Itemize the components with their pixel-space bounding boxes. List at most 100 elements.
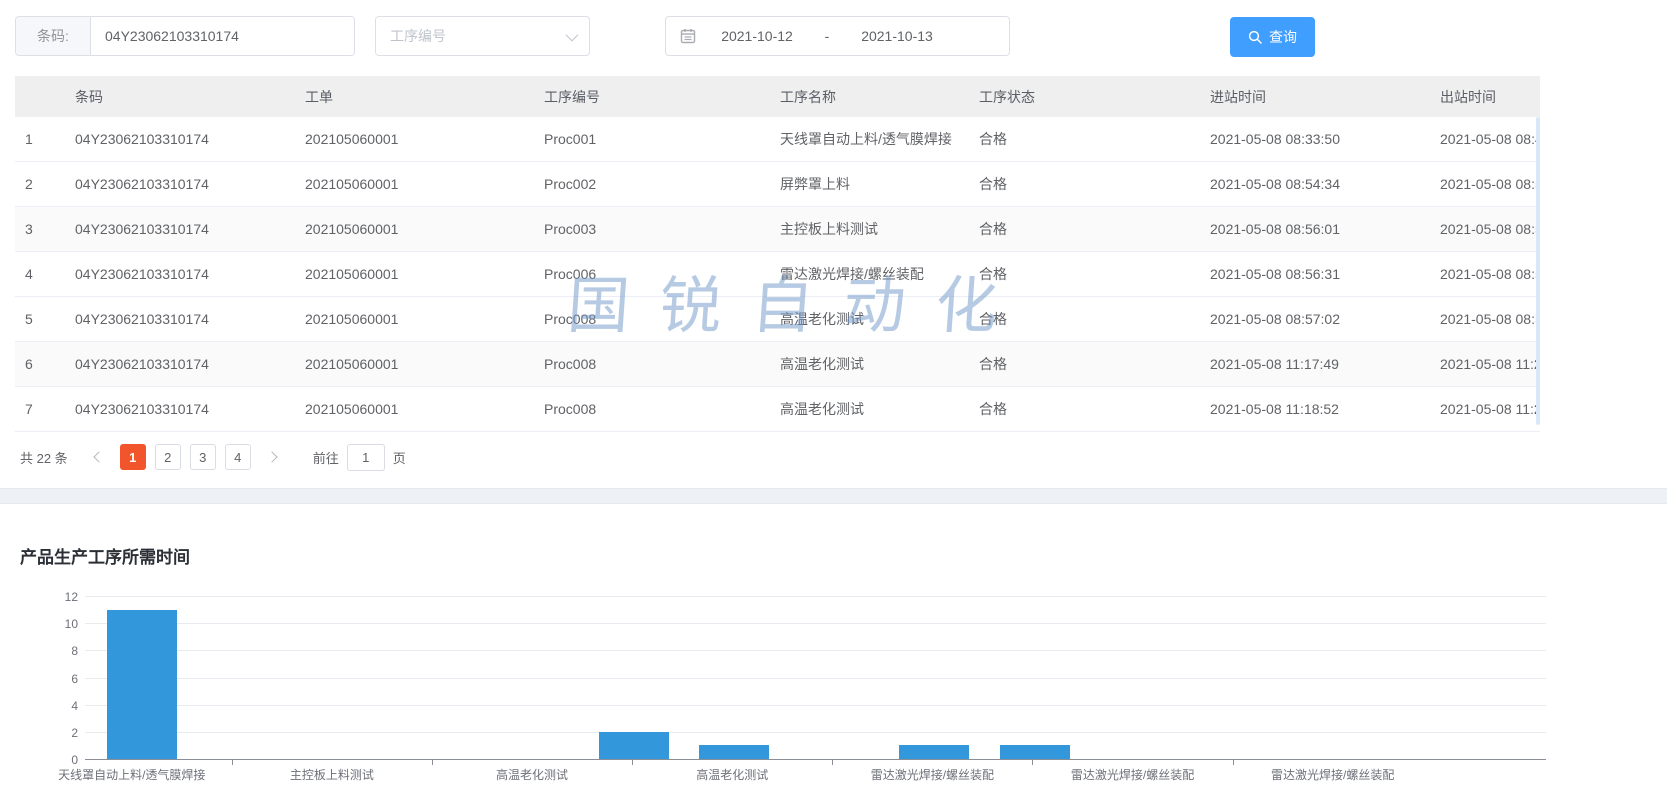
cell-process-status: 合格 — [969, 309, 1200, 329]
table-row[interactable]: 5 04Y23062103310174 202105060001 Proc008… — [15, 297, 1540, 342]
filter-bar: 条码: 工序编号 2021-10-12 - 2021-10-13 — [0, 0, 1667, 72]
cell-in-time: 2021-05-08 08:56:31 — [1200, 266, 1430, 282]
next-page-button[interactable] — [259, 444, 285, 470]
table-row[interactable]: 6 04Y23062103310174 202105060001 Proc008… — [15, 342, 1540, 387]
column-header-process-status: 工序状态 — [969, 87, 1200, 107]
date-range-picker[interactable]: 2021-10-12 - 2021-10-13 — [665, 16, 1010, 56]
cell-process-code: Proc008 — [534, 311, 770, 327]
barcode-input[interactable] — [91, 17, 354, 55]
chart-title: 产品生产工序所需时间 — [20, 543, 190, 568]
table-row[interactable]: 4 04Y23062103310174 202105060001 Proc006… — [15, 252, 1540, 297]
page-button-1[interactable]: 1 — [120, 444, 146, 470]
process-select-placeholder: 工序编号 — [390, 26, 566, 46]
x-axis-labels: 天线罩自动上料/透气膜焊接主控板上料测试高温老化测试高温老化测试雷达激光焊接/螺… — [85, 766, 1546, 784]
gridline — [85, 705, 1546, 706]
cell-process-name: 主控板上料测试 — [770, 219, 969, 239]
cell-work-order: 202105060001 — [295, 131, 534, 147]
cell-process-name: 高温老化测试 — [770, 399, 969, 419]
x-axis-tick — [432, 760, 433, 765]
cell-process-status: 合格 — [969, 264, 1200, 284]
goto-suffix: 页 — [393, 448, 406, 467]
y-axis-label: 10 — [65, 616, 78, 632]
x-axis-label: 天线罩自动上料/透气膜焊接 — [58, 766, 205, 783]
chart-bar — [107, 610, 177, 759]
cell-in-time: 2021-05-08 11:18:52 — [1200, 401, 1430, 417]
barcode-field: 条码: — [15, 16, 355, 56]
x-axis-line — [85, 759, 1546, 760]
cell-barcode: 04Y23062103310174 — [65, 401, 295, 417]
calendar-icon — [680, 28, 696, 44]
x-axis-tick — [1233, 760, 1234, 765]
chevron-left-icon — [93, 451, 104, 462]
query-button[interactable]: 查询 — [1230, 17, 1315, 57]
page-button-2[interactable]: 2 — [155, 444, 181, 470]
column-header-process-code: 工序编号 — [534, 87, 770, 107]
gridline — [85, 678, 1546, 679]
barcode-label: 条码: — [16, 17, 91, 55]
x-axis-label: 雷达激光焊接/螺丝装配 — [1271, 766, 1394, 783]
table-row[interactable]: 3 04Y23062103310174 202105060001 Proc003… — [15, 207, 1540, 252]
cell-out-time: 2021-05-08 08:45:34 — [1430, 131, 1540, 147]
gridline — [85, 623, 1546, 624]
goto-label: 前往 — [313, 448, 339, 467]
cell-work-order: 202105060001 — [295, 356, 534, 372]
table-row[interactable]: 7 04Y23062103310174 202105060001 Proc008… — [15, 387, 1540, 432]
y-axis-label: 8 — [71, 643, 78, 659]
pagination: 共 22 条 1234 前往 页 — [20, 443, 406, 471]
x-axis-tick — [632, 760, 633, 765]
table-row[interactable]: 2 04Y23062103310174 202105060001 Proc002… — [15, 162, 1540, 207]
column-header-out-time: 出站时间 — [1430, 87, 1540, 107]
cell-process-name: 高温老化测试 — [770, 309, 969, 329]
cell-barcode: 04Y23062103310174 — [65, 311, 295, 327]
date-separator: - — [812, 28, 842, 44]
cell-barcode: 04Y23062103310174 — [65, 131, 295, 147]
cell-process-status: 合格 — [969, 219, 1200, 239]
cell-barcode: 04Y23062103310174 — [65, 266, 295, 282]
cell-process-code: Proc008 — [534, 401, 770, 417]
y-axis: 024681012 — [38, 597, 78, 760]
chart-plot — [85, 597, 1546, 760]
y-axis-label: 12 — [65, 589, 78, 605]
cell-work-order: 202105060001 — [295, 401, 534, 417]
column-header-process-name: 工序名称 — [770, 87, 969, 107]
page-button-4[interactable]: 4 — [225, 444, 251, 470]
cell-work-order: 202105060001 — [295, 311, 534, 327]
chart-bar — [599, 732, 669, 759]
total-count: 共 22 条 — [20, 448, 68, 467]
cell-row-index: 4 — [15, 266, 65, 282]
goto-page-input[interactable] — [347, 444, 385, 471]
table-row[interactable]: 1 04Y23062103310174 202105060001 Proc001… — [15, 117, 1540, 162]
pager-pages: 1234 — [120, 444, 251, 470]
cell-in-time: 2021-05-08 08:54:34 — [1200, 176, 1430, 192]
date-start[interactable]: 2021-10-12 — [702, 28, 812, 44]
cell-process-name: 天线罩自动上料/透气膜焊接 — [770, 129, 969, 149]
column-header-barcode: 条码 — [65, 87, 295, 107]
x-axis-tick — [232, 760, 233, 765]
column-header-in-time: 进站时间 — [1200, 87, 1430, 107]
cell-row-index: 6 — [15, 356, 65, 372]
cell-process-name: 屏弊罩上料 — [770, 174, 969, 194]
data-table: 条码工单工序编号工序名称工序状态进站时间出站时间 1 04Y2306210331… — [15, 76, 1540, 432]
section-divider — [0, 488, 1667, 504]
cell-work-order: 202105060001 — [295, 221, 534, 237]
table-body: 1 04Y23062103310174 202105060001 Proc001… — [15, 117, 1540, 432]
table-header-row: 条码工单工序编号工序名称工序状态进站时间出站时间 — [15, 76, 1540, 117]
date-end[interactable]: 2021-10-13 — [842, 28, 952, 44]
chevron-right-icon — [266, 451, 277, 462]
page-button-3[interactable]: 3 — [190, 444, 216, 470]
y-axis-label: 4 — [71, 698, 78, 714]
chevron-down-icon — [566, 28, 579, 41]
cell-work-order: 202105060001 — [295, 266, 534, 282]
cell-in-time: 2021-05-08 08:57:02 — [1200, 311, 1430, 327]
process-code-select[interactable]: 工序编号 — [375, 16, 590, 56]
cell-process-code: Proc008 — [534, 356, 770, 372]
cell-process-name: 高温老化测试 — [770, 354, 969, 374]
gridline — [85, 650, 1546, 651]
cell-out-time: 2021-05-08 11:20:47 — [1430, 356, 1540, 372]
cell-row-index: 5 — [15, 311, 65, 327]
table-scrollbar[interactable] — [1536, 117, 1540, 425]
chart-bar — [899, 745, 969, 759]
prev-page-button[interactable] — [86, 444, 112, 470]
page: 条码: 工序编号 2021-10-12 - 2021-10-13 — [0, 0, 1667, 808]
cell-out-time: 2021-05-08 11:20:47 — [1430, 401, 1540, 417]
